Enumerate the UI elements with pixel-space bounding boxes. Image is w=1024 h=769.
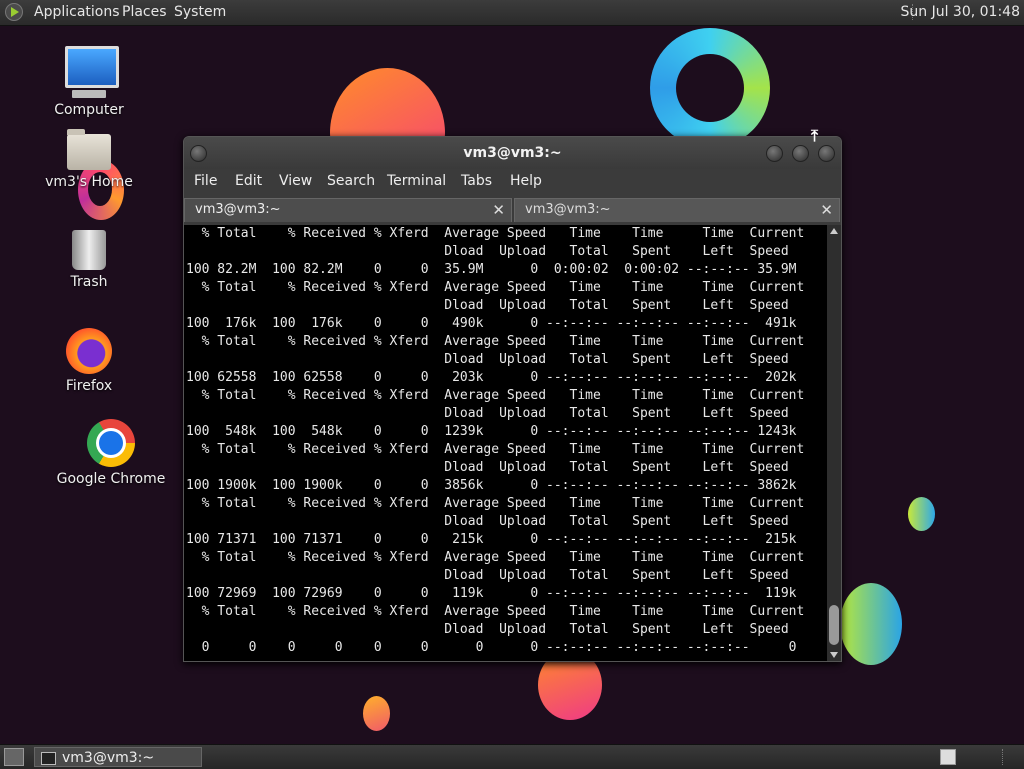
trash-icon [72,230,106,270]
menu-tabs[interactable]: Tabs [461,173,492,189]
tab-label: vm3@vm3:~ [525,202,611,217]
maximize-button[interactable] [792,145,809,162]
tab-close-icon[interactable]: ✕ [492,199,505,221]
tab-inactive[interactable]: vm3@vm3:~ ✕ [514,198,840,222]
tab-close-icon[interactable]: ✕ [820,199,833,221]
panel-separator [1002,749,1005,765]
menu-file[interactable]: File [194,173,217,189]
window-menu-button[interactable] [190,145,207,162]
taskbar-window-label: vm3@vm3:~ [62,750,155,766]
workspace-switcher[interactable] [940,749,956,765]
system-menu[interactable]: System [174,4,226,20]
clock[interactable]: Sun Jul 30, 01:48 [901,4,1021,20]
desktop-icon-label: Computer [54,102,124,118]
menu-help[interactable]: Help [510,173,542,189]
tab-bar: vm3@vm3:~ ✕ vm3@vm3:~ ✕ [184,195,841,222]
wallpaper-shape [363,696,390,731]
desktop-icon-label: Firefox [65,378,113,394]
close-button[interactable] [818,145,835,162]
menu-search[interactable]: Search [327,173,375,189]
distro-logo-icon[interactable] [5,3,23,21]
bottom-panel: vm3@vm3:~ [0,744,1024,769]
firefox-icon [66,328,112,374]
terminal-output[interactable]: % Total % Received % Xferd Average Speed… [184,225,827,661]
desktop-icon-firefox[interactable]: Firefox [34,328,144,394]
desktop-icon-chrome[interactable]: Google Chrome [56,419,166,487]
terminal-text: % Total % Received % Xferd Average Speed… [186,226,805,655]
desktop-icon-label: Trash [70,274,108,290]
top-panel: Applications Places System Sun Jul 30, 0… [0,0,1024,26]
desktop-icon-label: vm3's Home [45,174,133,190]
wallpaper-shape [908,497,935,531]
menu-terminal[interactable]: Terminal [387,173,446,189]
taskbar-window-button[interactable]: vm3@vm3:~ [34,747,202,767]
show-desktop-icon[interactable] [4,748,24,766]
desktop-icon-home[interactable]: vm3's Home [34,129,144,190]
mouse-cursor-icon: ⤒ [811,126,819,145]
desktop-icon-label: Google Chrome [56,471,166,487]
chrome-icon [87,419,135,467]
scroll-down-icon[interactable] [830,652,838,658]
applications-menu[interactable]: Applications [34,4,120,20]
terminal-icon [41,751,56,765]
tab-active[interactable]: vm3@vm3:~ ✕ [184,198,512,222]
menu-view[interactable]: View [279,173,312,189]
minimize-button[interactable] [766,145,783,162]
menu-edit[interactable]: Edit [235,173,262,189]
computer-icon [65,46,119,98]
wallpaper-shape [840,583,902,665]
terminal-menubar: File Edit View Search Terminal Tabs Help [184,169,841,195]
scroll-up-icon[interactable] [830,228,838,234]
places-menu[interactable]: Places [122,4,167,20]
window-titlebar[interactable]: vm3@vm3:~ [184,137,841,169]
desktop-icon-computer[interactable]: Computer [34,46,144,118]
tab-label: vm3@vm3:~ [195,202,281,217]
home-folder-icon [67,129,111,170]
wallpaper-ring-hole [676,54,744,122]
scrollbar-thumb[interactable] [829,605,839,645]
desktop-icon-trash[interactable]: Trash [34,230,144,290]
scrollbar[interactable] [827,225,841,661]
window-title: vm3@vm3:~ [463,145,562,161]
terminal-window[interactable]: vm3@vm3:~ File Edit View Search Terminal… [183,136,842,662]
